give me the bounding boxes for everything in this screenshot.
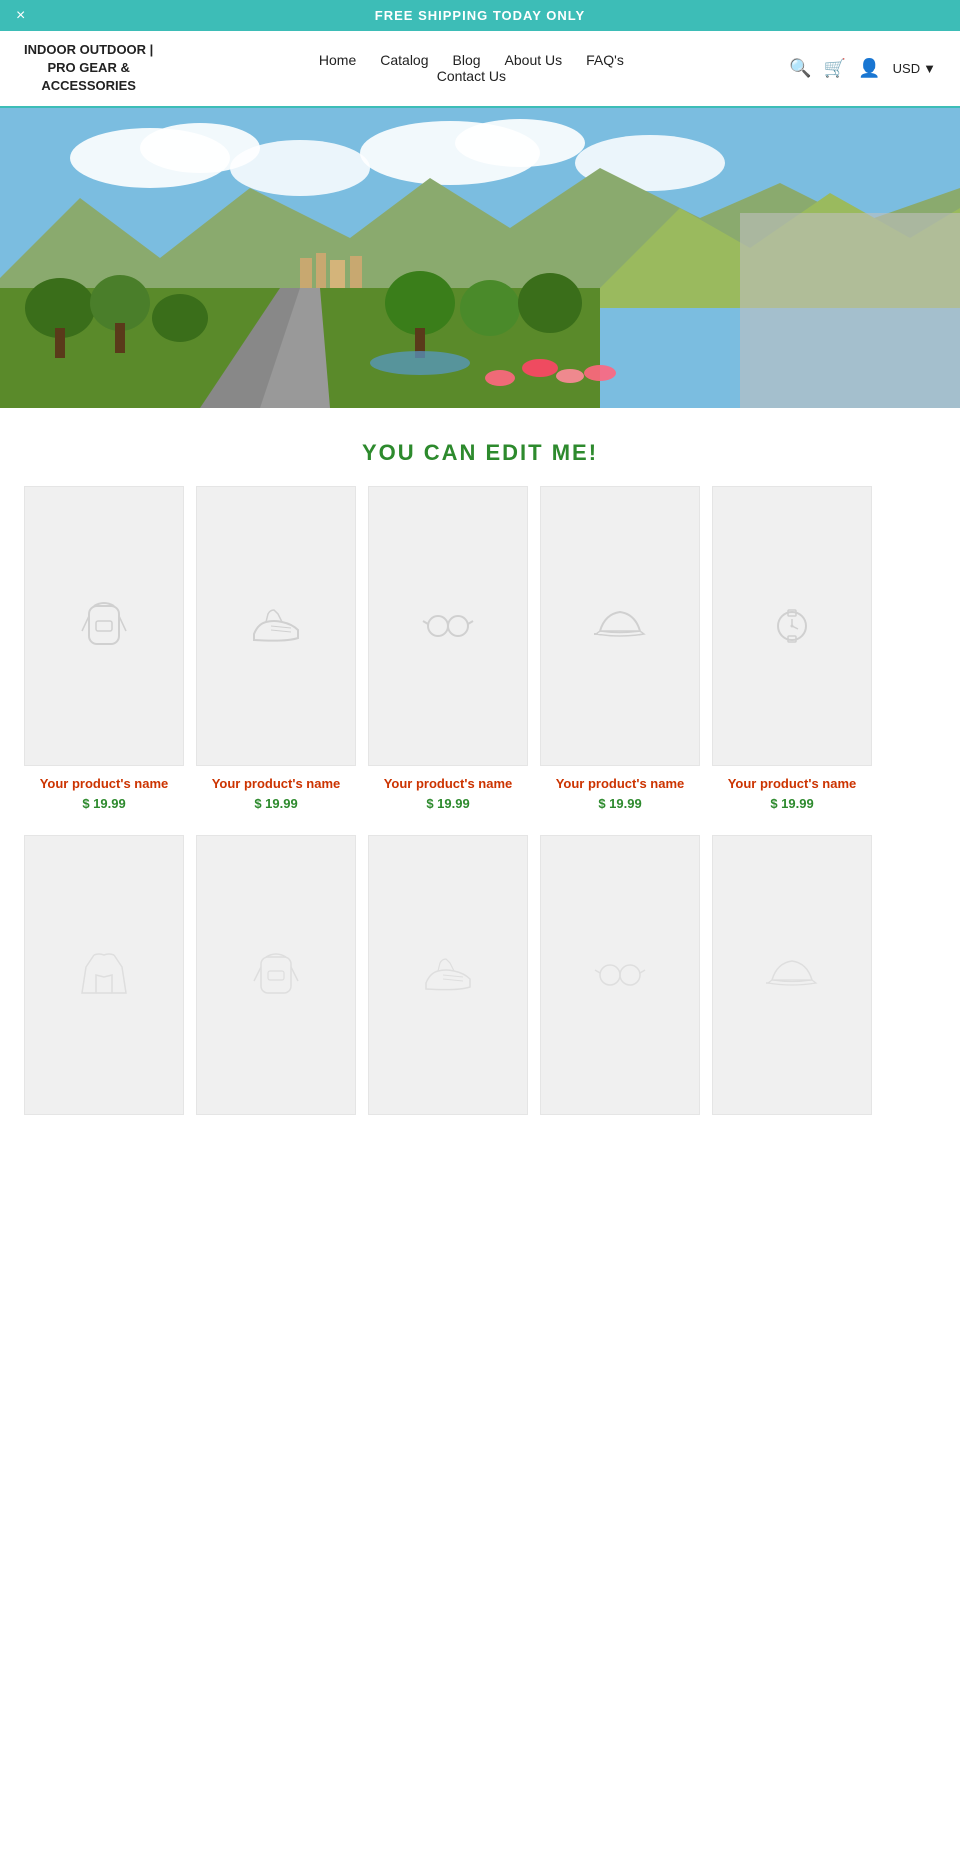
main-nav: Home Catalog Blog About Us FAQ's Contact… (153, 52, 789, 84)
product-card-6[interactable] (24, 835, 184, 1115)
product-price-2: $ 19.99 (254, 796, 297, 811)
product-image-3 (368, 486, 528, 766)
search-icon[interactable]: 🔍 (789, 58, 811, 79)
product-card-7[interactable] (196, 835, 356, 1115)
product-card-5[interactable]: Your product's name $ 19.99 (712, 486, 872, 812)
product-card-8[interactable] (368, 835, 528, 1115)
product-price-3: $ 19.99 (426, 796, 469, 811)
product-card-3[interactable]: Your product's name $ 19.99 (368, 486, 528, 812)
product-image-5 (712, 486, 872, 766)
products-row-2 (0, 835, 960, 1147)
nav-row-1: Home Catalog Blog About Us FAQ's (319, 52, 624, 68)
products-row-1: Your product's name $ 19.99 Your product… (0, 486, 960, 836)
currency-selector[interactable]: USD ▼ (893, 61, 936, 76)
product-name-3: Your product's name (384, 776, 513, 793)
product-card-2[interactable]: Your product's name $ 19.99 (196, 486, 356, 812)
shoe2-icon (418, 945, 478, 1005)
section-heading: YOU CAN EDIT ME! (0, 408, 960, 486)
nav-home[interactable]: Home (319, 52, 356, 68)
glasses2-icon (590, 945, 650, 1005)
backpack-icon (74, 596, 134, 656)
product-price-5: $ 19.99 (770, 796, 813, 811)
product-card-10[interactable] (712, 835, 872, 1115)
announcement-bar: × FREE SHIPPING TODAY ONLY (0, 0, 960, 31)
product-image-2 (196, 486, 356, 766)
product-price-4: $ 19.99 (598, 796, 641, 811)
watch-icon (762, 596, 822, 656)
hero-image (0, 108, 960, 408)
product-name-5: Your product's name (728, 776, 857, 793)
glasses-icon (418, 596, 478, 656)
product-card-9[interactable] (540, 835, 700, 1115)
hero-banner (0, 108, 960, 408)
close-announcement-button[interactable]: × (16, 8, 25, 24)
cap2-icon (762, 945, 822, 1005)
cap-icon (590, 596, 650, 656)
product-image-10 (712, 835, 872, 1115)
product-card-4[interactable]: Your product's name $ 19.99 (540, 486, 700, 812)
product-image-8 (368, 835, 528, 1115)
product-card-1[interactable]: Your product's name $ 19.99 (24, 486, 184, 812)
product-image-4 (540, 486, 700, 766)
backpack2-icon (246, 945, 306, 1005)
nav-contact-us[interactable]: Contact Us (437, 68, 506, 84)
nav-blog[interactable]: Blog (453, 52, 481, 68)
shoe-icon (246, 596, 306, 656)
product-image-6 (24, 835, 184, 1115)
product-name-1: Your product's name (40, 776, 169, 793)
nav-row-2: Contact Us (437, 68, 506, 84)
nav-catalog[interactable]: Catalog (380, 52, 428, 68)
product-price-1: $ 19.99 (82, 796, 125, 811)
product-image-9 (540, 835, 700, 1115)
chevron-down-icon: ▼ (923, 61, 936, 76)
jacket-icon (74, 945, 134, 1005)
header-icons: 🔍 🛒 👤 USD ▼ (789, 58, 936, 79)
product-image-1 (24, 486, 184, 766)
account-icon[interactable]: 👤 (858, 58, 880, 79)
product-image-7 (196, 835, 356, 1115)
header: INDOOR OUTDOOR | PRO GEAR & ACCESSORIES … (0, 31, 960, 108)
product-name-4: Your product's name (556, 776, 685, 793)
nav-about-us[interactable]: About Us (505, 52, 563, 68)
product-name-2: Your product's name (212, 776, 341, 793)
announcement-text: FREE SHIPPING TODAY ONLY (375, 8, 585, 23)
nav-faqs[interactable]: FAQ's (586, 52, 624, 68)
cart-icon[interactable]: 🛒 (824, 58, 846, 79)
logo[interactable]: INDOOR OUTDOOR | PRO GEAR & ACCESSORIES (24, 41, 153, 96)
